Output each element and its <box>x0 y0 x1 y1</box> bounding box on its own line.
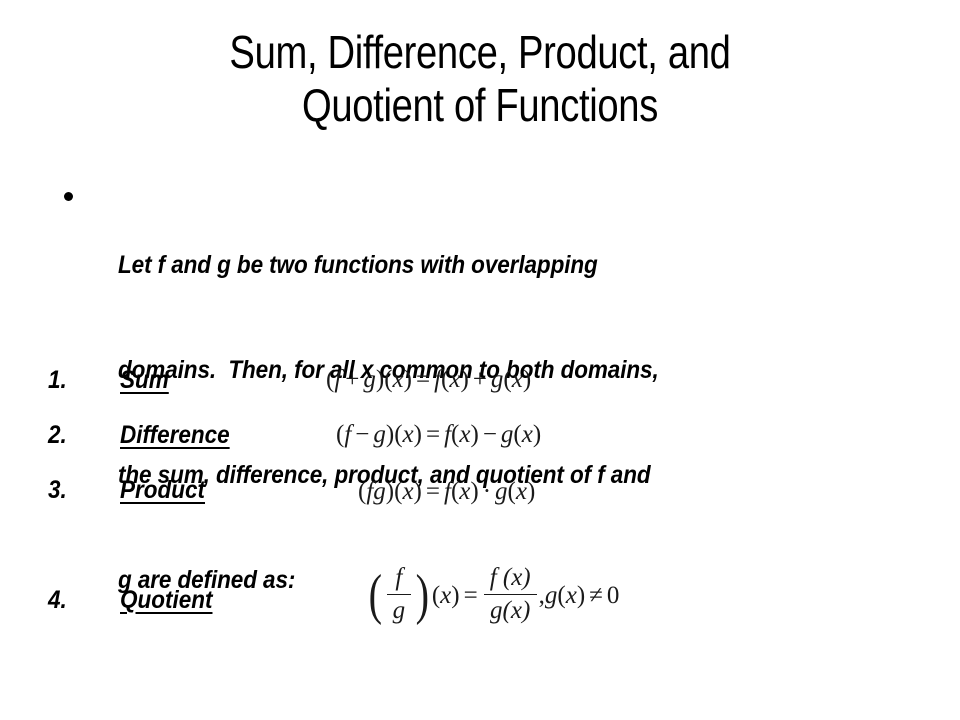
eq-prod-rhs-gx-close: ) <box>526 478 536 505</box>
eq-quot-frac-numerator: f <box>395 564 403 591</box>
eq-quot-of-x: x <box>440 581 452 609</box>
eq-sum-rhs-gx: x <box>511 366 523 393</box>
eq-quot-of-close: ) <box>451 581 460 609</box>
eq-prod-mid-parens: )( <box>385 478 403 505</box>
list-item-label-product: Product <box>120 476 206 504</box>
eq-quot-lhs: (f g)(x) = f (x) g(x), g(x) ≠ 0 <box>368 563 620 626</box>
list-item-product: 3. Product (fg)(x) = f(x) · g(x) <box>48 473 928 528</box>
eq-sum-rhs-fx-close: ) <box>460 366 469 393</box>
list-item-quotient: 4. Quotient (f g)(x) = f (x) g(x), g(x) ≠ 0 <box>48 564 928 638</box>
eq-quot-rhs-numerator: f (x) <box>489 564 531 591</box>
eq-quot-equals: = <box>463 581 478 609</box>
list-item-number: 2. <box>48 421 67 449</box>
eq-quot-cond-close: ) <box>576 581 586 609</box>
eq-sum-mid-parens: )( <box>375 366 393 393</box>
eq-quot-not-equal-icon: ≠ <box>589 581 603 609</box>
eq-diff-lhs-operator: − <box>355 421 370 448</box>
eq-sum-rhs-gx-open: ( <box>503 366 512 393</box>
page-title-line-1: Sum, Difference, Product, and <box>229 26 731 78</box>
eq-prod-lhs-g: g <box>373 478 386 505</box>
eq-sum-close-paren: ) <box>403 366 412 393</box>
eq-diff-lhs-g: g <box>373 421 386 448</box>
eq-diff-rhs-operator: − <box>482 421 497 448</box>
eq-quot-cond-x: x <box>565 581 577 609</box>
eq-quot-frac-bar <box>386 594 412 595</box>
bullet-dot-icon <box>64 192 73 201</box>
eq-prod-rhs-operator: · <box>482 478 492 505</box>
list-item-difference: 2. Difference (f − g)(x) = f(x) − g(x) <box>48 418 928 473</box>
eq-quot-fraction-fg: fg <box>386 564 412 625</box>
eq-quot-fraction-fx-gx: f (x) g(x) <box>483 564 537 625</box>
equation-sum: (f + g)(x) = f(x) + g(x) <box>326 365 531 395</box>
eq-prod-rhs-gx: x <box>515 478 527 505</box>
eq-prod-equals: = <box>425 478 440 505</box>
eq-sum-rhs-g: g <box>490 366 504 393</box>
eq-prod-rhs-fx-close: ) <box>470 478 479 505</box>
eq-diff-rhs-gx: x <box>521 421 533 448</box>
eq-diff-rhs-gx-close: ) <box>532 421 542 448</box>
equation-product: (fg)(x) = f(x) · g(x) <box>358 477 535 507</box>
equation-difference: (f − g)(x) = f(x) − g(x) <box>336 420 541 450</box>
list-item-label-quotient: Quotient <box>120 586 213 614</box>
eq-quot-cond-g: g <box>544 581 558 609</box>
eq-diff-rhs-f: f <box>444 421 452 448</box>
eq-diff-equals: = <box>425 421 441 448</box>
eq-diff-rhs-gx-open: ( <box>513 421 522 448</box>
equation-quotient: (f g)(x) = f (x) g(x), g(x) ≠ 0 <box>366 563 620 626</box>
eq-prod-rhs-g: g <box>495 478 508 505</box>
eq-quot-frac-denominator: g <box>392 597 406 624</box>
eq-sum-rhs-fx: x <box>449 366 461 393</box>
eq-quot-zero: 0 <box>606 581 620 609</box>
eq-quot-rhs-denominator: g(x) <box>490 597 531 624</box>
list-item-number: 3. <box>48 476 67 504</box>
eq-prod-rhs-f: f <box>443 478 451 505</box>
eq-sum-rhs-f: f <box>434 366 442 393</box>
eq-sum-lhs-x: x <box>392 366 404 393</box>
eq-diff-lhs-x: x <box>402 421 414 448</box>
eq-diff-rhs-g: g <box>500 421 514 448</box>
list-item-label-sum: Sum <box>120 366 169 394</box>
eq-quot-cond-open: ( <box>557 581 566 609</box>
eq-sum-lhs-g: g <box>363 366 376 393</box>
eq-sum-rhs-gx-close: ) <box>522 366 532 393</box>
eq-sum-lhs-operator: + <box>345 366 360 393</box>
definition-list: 1. Sum (f + g)(x) = f(x) + g(x) 2. Difference … <box>48 363 928 638</box>
eq-prod-close-paren: ) <box>413 478 422 505</box>
page-title-line-2: Quotient of Functions <box>302 79 658 131</box>
page-title: Sum, Difference, Product, and Quotient o… <box>131 26 828 132</box>
eq-prod-rhs-gx-open: ( <box>507 478 516 505</box>
slide-canvas: Sum, Difference, Product, and Quotient o… <box>0 0 960 720</box>
eq-diff-mid-parens: )( <box>385 421 403 448</box>
eq-diff-rhs-fx-close: ) <box>470 421 479 448</box>
eq-quot-of-open: ( <box>431 581 441 609</box>
eq-diff-rhs-fx: x <box>459 421 471 448</box>
eq-diff-close-paren: ) <box>413 421 422 448</box>
eq-quot-rhs-frac-bar <box>483 594 537 595</box>
eq-sum-equals: = <box>415 366 431 393</box>
list-item-number: 1. <box>48 366 67 394</box>
eq-prod-rhs-fx: x <box>459 478 471 505</box>
eq-prod-lhs-x: x <box>402 478 414 505</box>
bullet-line-1: Let f and g be two functions with overla… <box>118 251 598 279</box>
list-item-sum: 1. Sum (f + g)(x) = f(x) + g(x) <box>48 363 928 418</box>
list-item-label-difference: Difference <box>120 421 230 449</box>
list-item-number: 4. <box>48 586 67 614</box>
eq-sum-rhs-operator: + <box>472 366 487 393</box>
